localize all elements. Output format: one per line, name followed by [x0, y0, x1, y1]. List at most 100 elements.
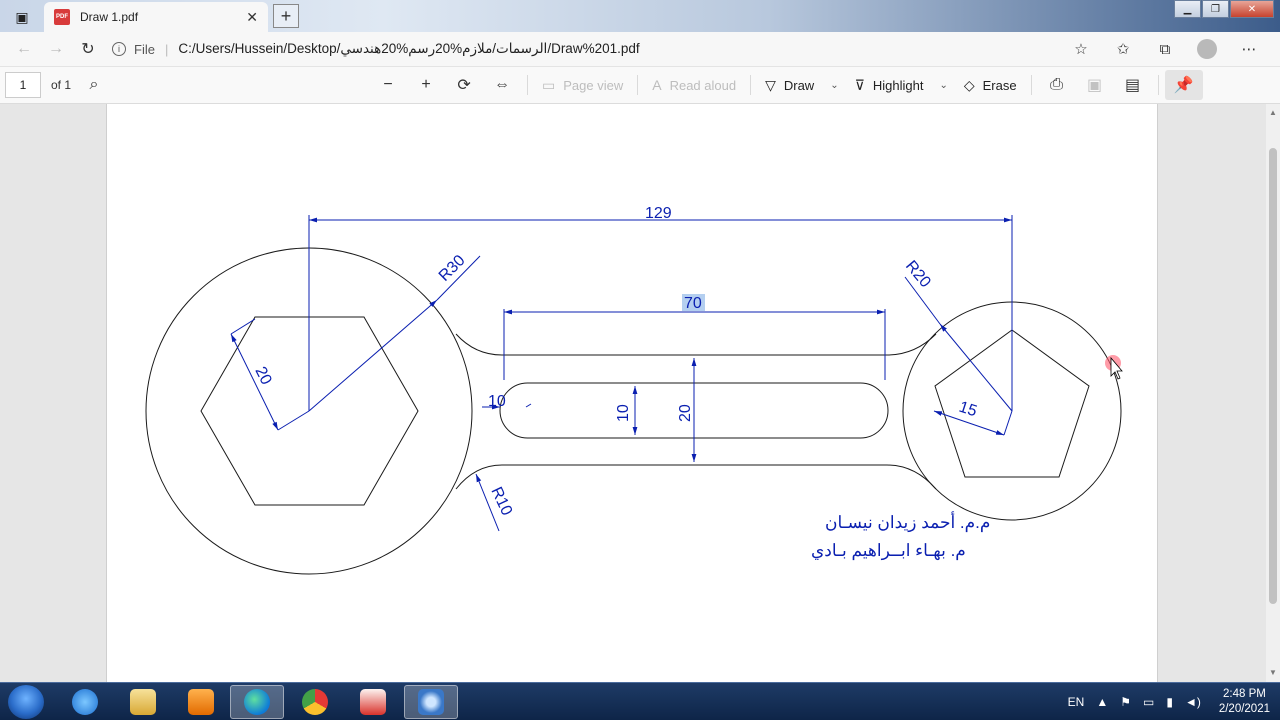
save-as-icon[interactable]: ▤ [1114, 70, 1152, 100]
window-controls: ▁ ❐ ✕ [1173, 0, 1274, 18]
author-line-2: م. بهـاء ابــراهيم بـادي [811, 541, 966, 561]
handle-top-edge [455, 333, 937, 356]
url-separator: | [164, 41, 169, 57]
taskbar-app-ie[interactable] [58, 685, 112, 719]
favorites-icon[interactable]: ✩ [1102, 35, 1144, 63]
back-arrow-icon[interactable]: ← [8, 35, 40, 63]
save-icon[interactable]: ▣ [1076, 70, 1114, 100]
forward-arrow-icon[interactable]: → [40, 35, 72, 63]
scroll-thumb[interactable] [1269, 148, 1277, 604]
rotate-icon[interactable]: ⟳ [445, 70, 483, 100]
dim-slot-width-label: 10 [488, 393, 506, 410]
dim-r30-label: R30 [436, 252, 469, 285]
new-tab-button[interactable]: + [273, 4, 299, 28]
tab-title: Draw 1.pdf [80, 10, 139, 24]
show-hidden-icons-icon[interactable]: ▲ [1096, 695, 1108, 709]
dim-r20-label: R20 [902, 258, 934, 291]
pdf-page: 129 70 R30 R20 R10 20 15 10 10 20 م.م. أ… [106, 104, 1158, 682]
tab-draw-pdf[interactable]: PDF Draw 1.pdf ✕ [44, 2, 268, 32]
taskbar-app-explorer[interactable] [116, 685, 170, 719]
read-aloud-icon: A [652, 77, 662, 93]
avatar [1197, 39, 1217, 59]
highlight-button[interactable]: ⊽ Highlight [847, 70, 932, 100]
taskbar-app-chrome[interactable] [288, 685, 342, 719]
author-line-1: م.م. أحمد زيدان نيسـان [825, 511, 990, 533]
tab-strip: ▣ PDF Draw 1.pdf ✕ + ▁ ❐ ✕ [0, 0, 1280, 32]
collections-icon[interactable]: ⧉ [1144, 35, 1186, 63]
network-icon[interactable]: ▮ [1166, 695, 1173, 709]
dim-pent-label: 15 [957, 399, 979, 421]
url-field[interactable]: C:/Users/Hussein/Desktop/الرسمات/ملازم%2… [178, 41, 639, 57]
chrome-icon [302, 689, 328, 715]
pin-toolbar-icon[interactable]: 📌 [1164, 70, 1203, 100]
media-player-icon [188, 689, 214, 715]
pdf-viewport[interactable]: 129 70 R30 R20 R10 20 15 10 10 20 م.م. أ… [0, 104, 1266, 682]
address-bar-actions: ☆ ✩ ⧉ ⋯ [1060, 32, 1270, 66]
print-icon[interactable]: ⎙ [1038, 70, 1076, 100]
pdf-file-icon: PDF [54, 9, 70, 25]
read-aloud-button[interactable]: A Read aloud [644, 70, 744, 100]
erase-button[interactable]: ◇ Erase [956, 70, 1025, 100]
highlight-label: Highlight [872, 77, 924, 93]
site-info[interactable]: i File [112, 42, 155, 57]
search-icon[interactable]: ⌕ [75, 70, 113, 100]
clock[interactable]: 2:48 PM 2/20/2021 [1219, 687, 1270, 717]
camera-icon [418, 689, 444, 715]
more-icon[interactable]: ⋯ [1228, 35, 1270, 63]
chevron-down-icon[interactable]: ⌄ [931, 80, 955, 91]
autocad-icon [360, 689, 386, 715]
page-view-button[interactable]: ▭ Page view [534, 70, 631, 100]
taskbar: EN ▲ ⚑ ▭ ▮ ◄) 2:48 PM 2/20/2021 [0, 682, 1280, 720]
close-tab-icon[interactable]: ✕ [246, 9, 258, 26]
volume-icon[interactable]: ◄) [1185, 695, 1201, 709]
dim-hex-label: 20 [251, 364, 274, 388]
handle-bottom-edge [455, 464, 937, 490]
profile-button[interactable] [1186, 35, 1228, 63]
clock-date: 2/20/2021 [1218, 703, 1270, 715]
zoom-in-icon[interactable]: + [407, 70, 445, 100]
dimensions [230, 215, 1013, 532]
close-window-button[interactable]: ✕ [1230, 0, 1274, 18]
language-indicator[interactable]: EN [1068, 695, 1085, 709]
refresh-icon[interactable]: ↻ [72, 35, 104, 63]
page-number-input[interactable]: 1 [5, 72, 41, 98]
page-count: of 1 [51, 78, 72, 92]
draw-pen-icon: ▽ [765, 76, 776, 93]
window-icon[interactable]: ▣ [8, 6, 36, 28]
dim-10-vertical-label: 10 [615, 404, 632, 422]
technical-drawing: 129 70 R30 R20 R10 20 15 10 10 20 م.م. أ… [145, 205, 1123, 575]
page-view-label: Page view [563, 77, 624, 93]
dim-slot-length-label: 70 [684, 295, 702, 312]
fit-page-icon[interactable]: ⇔ [483, 70, 521, 100]
eraser-icon: ◇ [963, 76, 975, 93]
zoom-out-icon[interactable]: − [369, 70, 407, 100]
vertical-scrollbar[interactable]: ▲ ▼ [1266, 104, 1280, 682]
divider [1157, 75, 1159, 95]
taskbar-app-edge[interactable] [230, 685, 284, 719]
edge-icon [244, 689, 270, 715]
divider [527, 75, 529, 95]
start-button[interactable] [8, 685, 44, 719]
draw-button[interactable]: ▽ Draw [757, 70, 822, 100]
mouse-cursor [1105, 355, 1123, 380]
erase-label: Erase [982, 77, 1017, 93]
system-tray: EN ▲ ⚑ ▭ ▮ ◄) 2:48 PM 2/20/2021 [1056, 683, 1270, 720]
taskbar-app-media-player[interactable] [174, 685, 228, 719]
action-center-icon[interactable]: ⚑ [1120, 695, 1131, 709]
device-icon[interactable]: ▭ [1143, 695, 1154, 709]
scroll-down-icon[interactable]: ▼ [1269, 668, 1277, 677]
chevron-down-icon[interactable]: ⌄ [822, 80, 846, 91]
ie-icon [72, 689, 98, 715]
restore-button[interactable]: ❐ [1202, 0, 1229, 18]
read-aloud-label: Read aloud [669, 77, 737, 93]
taskbar-app-autocad[interactable] [346, 685, 400, 719]
dim-20-vertical-label: 20 [677, 404, 694, 422]
scroll-up-icon[interactable]: ▲ [1269, 108, 1277, 117]
draw-label: Draw [783, 77, 815, 93]
star-add-icon[interactable]: ☆ [1060, 35, 1102, 63]
address-bar: ← → ↻ i File | C:/Users/Hussein/Desktop/… [0, 32, 1280, 66]
taskbar-app-screen-recorder[interactable] [404, 685, 458, 719]
divider [637, 75, 639, 95]
dim-overall-label: 129 [645, 205, 672, 222]
minimize-button[interactable]: ▁ [1174, 0, 1201, 18]
